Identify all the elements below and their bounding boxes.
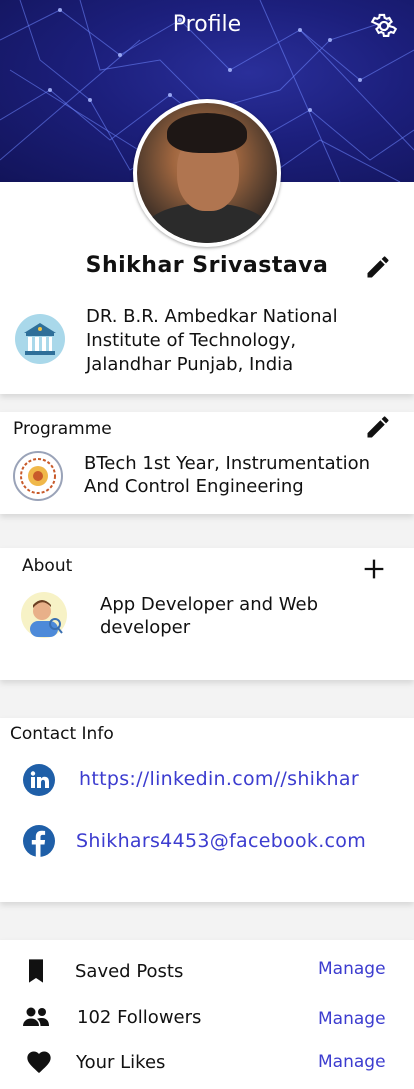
facebook-icon[interactable] [23, 825, 55, 857]
page-title: Profile [172, 12, 242, 37]
manage-saved-posts-link[interactable]: Manage [318, 959, 386, 979]
facebook-link[interactable]: Shikhars4453@facebook.com [76, 830, 366, 852]
edit-programme-pencil-icon[interactable] [364, 413, 392, 441]
institute-name: DR. B.R. Ambedkar National Institute of … [86, 306, 338, 375]
linkedin-link[interactable]: https://linkedin.com//shikhar [79, 768, 359, 790]
manage-likes-link[interactable]: Manage [318, 1052, 386, 1072]
heart-icon [27, 1051, 51, 1073]
edit-name-pencil-icon[interactable] [364, 253, 392, 281]
saved-posts-label: Saved Posts [75, 961, 184, 982]
contact-title: Contact Info [10, 724, 114, 744]
bookmark-icon [29, 959, 43, 983]
gear-icon[interactable] [370, 12, 398, 40]
institute-logo-icon [15, 314, 65, 364]
college-emblem-icon [13, 451, 63, 501]
manage-followers-link[interactable]: Manage [318, 1009, 386, 1029]
profile-name: Shikhar Srivastava [85, 253, 329, 278]
people-icon [23, 1007, 49, 1026]
followers-label: 102 Followers [77, 1007, 202, 1028]
about-text: App Developer and Web developer [100, 594, 319, 638]
developer-avatar-icon [21, 592, 67, 638]
avatar[interactable] [133, 99, 281, 247]
programme-title: Programme [13, 419, 112, 439]
linkedin-icon[interactable] [23, 764, 55, 796]
likes-label: Your Likes [76, 1052, 166, 1073]
avatar-photo [137, 103, 277, 243]
about-title: About [22, 556, 73, 576]
add-about-plus-icon[interactable] [360, 555, 388, 583]
programme-details: BTech 1st Year, Instrumentation And Cont… [84, 453, 371, 497]
contact-card [0, 718, 414, 902]
